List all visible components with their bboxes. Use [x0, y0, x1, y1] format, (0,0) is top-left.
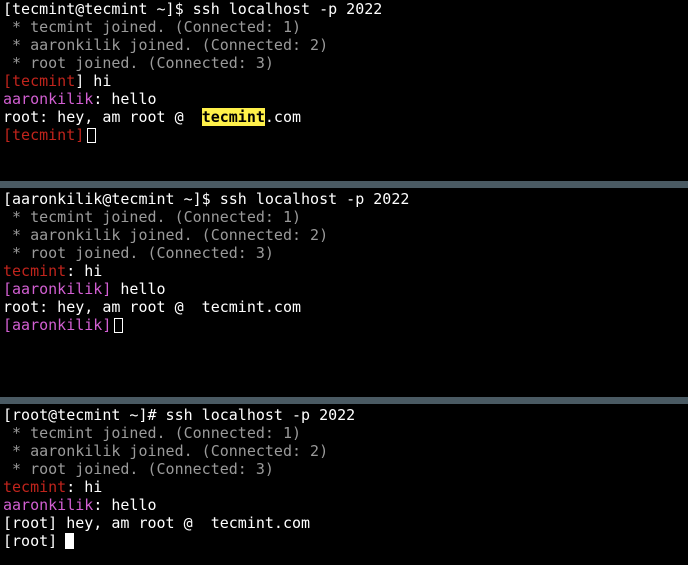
bracket-open: [: [3, 514, 13, 532]
chat-input-line[interactable]: [tecmint]: [3, 126, 382, 144]
bracket-close: ]: [48, 514, 58, 532]
chat-message-line: root: hey, am root @ tecmint.com: [3, 298, 302, 316]
join-notice: * aaronkilik joined. (Connected: 2): [3, 442, 329, 460]
shell-prompt-line: [aaronkilik@tecmint ~]$ ssh localhost -p…: [3, 190, 410, 208]
join-notice: * tecmint joined. (Connected: 1): [3, 424, 302, 442]
join-notice: * tecmint joined. (Connected: 1): [3, 208, 302, 226]
join-notice: * root joined. (Connected: 3): [3, 244, 274, 262]
chat-message-line: [aaronkilik] hello: [3, 280, 409, 298]
input-username: root: [12, 532, 49, 550]
bracket-open: [: [3, 126, 13, 144]
join-notice: * root joined. (Connected: 3): [3, 54, 274, 72]
text-cursor: [87, 128, 97, 143]
chat-message-line: root: hey, am root @ tecmint.com: [3, 108, 382, 126]
bracket-close: ]: [102, 316, 112, 334]
shell-prompt-line: [tecmint@tecmint ~]$ ssh localhost -p 20…: [3, 0, 383, 18]
chat-text: root: hey, am root @: [3, 108, 202, 126]
highlighted-mention: tecmint: [201, 108, 265, 126]
chat-message-line: tecmint: hi: [3, 478, 355, 496]
text-cursor: [65, 533, 75, 549]
chat-username: tecmint: [12, 72, 76, 90]
shell-prompt-line: [root@tecmint ~]# ssh localhost -p 2022: [3, 406, 356, 424]
bracket-open: [: [3, 532, 13, 550]
join-notice: * root joined. (Connected: 3): [3, 460, 274, 478]
join-notice: * aaronkilik joined. (Connected: 2): [3, 36, 329, 54]
chat-text: : hi: [66, 478, 103, 496]
text-cursor: [114, 318, 124, 333]
terminal-output: [root@tecmint ~]# ssh localhost -p 2022 …: [3, 406, 355, 550]
chat-message-line: aaronkilik: hello: [3, 496, 355, 514]
chat-input-line[interactable]: [aaronkilik]: [3, 316, 409, 334]
input-username: tecmint: [12, 126, 76, 144]
chat-username: tecmint: [3, 478, 67, 496]
bracket-close: ]: [75, 72, 85, 90]
chat-message-line: aaronkilik: hello: [3, 90, 382, 108]
bracket-open: [: [3, 316, 13, 334]
chat-text: : hello: [93, 496, 157, 514]
chat-username: aaronkilik: [3, 90, 94, 108]
chat-text: : hi: [66, 262, 103, 280]
input-username: aaronkilik: [12, 316, 103, 334]
bracket-open: [: [3, 280, 13, 298]
terminal-output: [tecmint@tecmint ~]$ ssh localhost -p 20…: [3, 0, 382, 144]
chat-message-line: [tecmint] hi: [3, 72, 382, 90]
join-notice: * aaronkilik joined. (Connected: 2): [3, 226, 329, 244]
chat-text: .com: [264, 108, 302, 126]
bracket-close: ]: [75, 126, 85, 144]
pane-divider[interactable]: [0, 397, 688, 404]
chat-message-line: [root] hey, am root @ tecmint.com: [3, 514, 355, 532]
join-notice: * tecmint joined. (Connected: 1): [3, 18, 302, 36]
chat-username: aaronkilik: [3, 496, 94, 514]
terminal-pane-root[interactable]: [root@tecmint ~]# ssh localhost -p 2022 …: [0, 404, 688, 565]
chat-username: tecmint: [3, 262, 67, 280]
chat-message-line: tecmint: hi: [3, 262, 409, 280]
chat-username: root: [12, 514, 49, 532]
chat-username: aaronkilik: [12, 280, 103, 298]
bracket-close: ]: [48, 532, 58, 550]
terminal-pane-tecmint[interactable]: [tecmint@tecmint ~]$ ssh localhost -p 20…: [0, 0, 688, 181]
terminal-output: [aaronkilik@tecmint ~]$ ssh localhost -p…: [3, 190, 409, 334]
chat-input-line[interactable]: [root]: [3, 532, 355, 550]
pane-divider[interactable]: [0, 181, 688, 188]
chat-text: hello: [111, 280, 166, 298]
terminal-pane-aaronkilik[interactable]: [aaronkilik@tecmint ~]$ ssh localhost -p…: [0, 188, 688, 397]
chat-text: hey, am root @ tecmint.com: [57, 514, 311, 532]
bracket-open: [: [3, 72, 13, 90]
chat-text: hi: [84, 72, 112, 90]
chat-text: : hello: [93, 90, 157, 108]
